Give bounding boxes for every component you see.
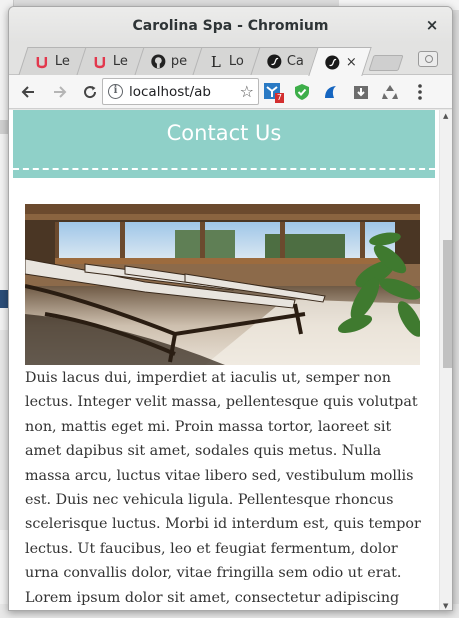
tab-label: pe (170, 54, 188, 69)
forward-button[interactable] (47, 79, 73, 105)
forward-arrow-icon (54, 85, 67, 98)
article-paragraph: Duis lacus dui, imperdiet at iaculis ut,… (25, 370, 421, 606)
scrollbar-thumb[interactable] (443, 240, 452, 368)
symfony-icon (266, 54, 282, 70)
extension-symfony-icon[interactable]: 7 (262, 81, 284, 103)
page-viewport: Contact Us Duis lacus dui, imperdiet at … (9, 110, 452, 610)
shield-icon[interactable] (291, 81, 313, 103)
browser-window: Carolina Spa - Chromium × Le Le pe L Lo … (8, 6, 453, 611)
github-icon (150, 54, 166, 70)
spa-lounge-photo (25, 204, 420, 365)
spa-lounge-image (25, 204, 420, 365)
url-text[interactable]: localhost/ab (129, 84, 237, 100)
menu-kebab-icon[interactable] (409, 81, 431, 103)
tab-label: Lo (228, 54, 244, 69)
back-button[interactable] (15, 79, 41, 105)
udemy-icon (34, 54, 50, 70)
l-letter-icon: L (210, 52, 221, 71)
back-arrow-icon (21, 85, 34, 98)
extension-badge: 7 (274, 93, 284, 103)
tab-strip: Le Le pe L Lo Ca × (9, 43, 452, 76)
new-tab-button[interactable] (368, 55, 404, 71)
browser-toolbar: i localhost/ab ☆ 7 (9, 75, 452, 109)
reload-icon (84, 85, 97, 98)
scroll-down-arrow-icon[interactable]: ▼ (443, 602, 448, 610)
symfony-icon (324, 54, 340, 70)
extension-blue-icon[interactable] (320, 81, 342, 103)
header-dashed-divider (13, 168, 435, 170)
tab-close-icon[interactable]: × (346, 55, 357, 70)
site-info-icon[interactable]: i (108, 84, 123, 99)
tab-label: Le (54, 54, 70, 69)
recycle-icon[interactable] (379, 81, 401, 103)
bookmark-star-icon[interactable]: ☆ (240, 82, 254, 101)
reload-button[interactable] (77, 79, 103, 105)
page-heading: Contact Us (166, 121, 282, 145)
profile-icon[interactable] (418, 51, 438, 67)
download-icon[interactable] (350, 81, 372, 103)
tab-label: Le (112, 54, 128, 69)
title-bar[interactable]: Carolina Spa - Chromium × (9, 7, 452, 43)
udemy-icon (92, 54, 108, 70)
page-scrollbar[interactable]: ▲ ▼ (439, 110, 452, 610)
page-header-band: Contact Us (13, 110, 435, 178)
tab-label: Ca (286, 54, 304, 69)
tab-active[interactable]: × (308, 47, 372, 76)
scroll-up-arrow-icon[interactable]: ▲ (443, 112, 448, 120)
window-close-button[interactable]: × (422, 15, 442, 35)
window-title: Carolina Spa - Chromium (132, 18, 329, 34)
address-bar[interactable]: i localhost/ab ☆ (102, 78, 259, 105)
